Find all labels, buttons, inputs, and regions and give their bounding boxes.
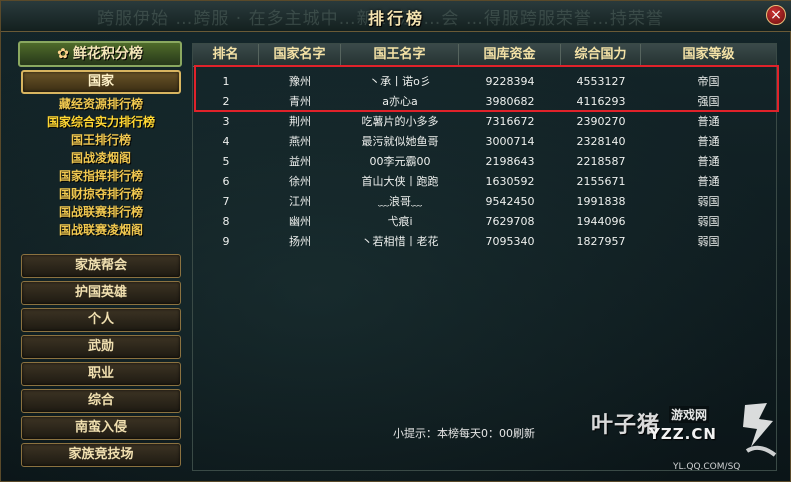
table-row[interactable]: 7 江州 ﹏浪哥﹏ 9542450 1991838 弱国 [193,192,776,212]
column-header-2[interactable]: 国王名字 [341,44,459,66]
table-row[interactable]: 2 青州 a亦心a 3980682 4116293 强国 [193,92,776,112]
sub-item-2[interactable]: 国王排行榜 [21,131,181,149]
table-cell: 益州 [289,155,311,168]
column-header-1[interactable]: 国家名字 [259,44,341,66]
table-cell: 3000714 [485,135,535,148]
category-button-0[interactable]: 家族帮会 [21,254,181,278]
table-cell: 强国 [697,95,720,108]
table-cell: 2198643 [485,155,535,168]
title-bar: 跨服伊始 …跨服 · 在多主城中…新 …江 …会 …得服跨服荣誉…持荣誉 排行榜… [1,1,791,32]
table-cell: 1 [222,75,230,88]
table-cell: 3 [222,115,230,128]
flower-icon: ✿ [57,46,69,62]
table-cell: 4116293 [576,95,626,108]
watermark-brush-logo [743,403,777,457]
table-cell: 豫州 [289,75,311,88]
table-cell: ﹏浪哥﹏ [378,195,422,208]
table-row[interactable]: 6 徐州 首山大侠丨跑跑 1630592 2155671 普通 [193,172,776,192]
table-cell: 荆州 [289,115,311,128]
table-cell: a亦心a [382,95,418,108]
table-cell: 8 [222,215,230,228]
table-cell: 5 [222,155,230,168]
table-cell: 幽州 [289,215,311,228]
sub-item-5[interactable]: 国财掠夺排行榜 [21,185,181,203]
table-cell: 普通 [697,175,720,188]
table-cell: 1630592 [485,175,535,188]
sub-item-0[interactable]: 藏经资源排行榜 [21,95,181,113]
table-cell: 7629708 [485,215,535,228]
table-cell: 徐州 [289,175,311,188]
table-cell: 燕州 [289,135,311,148]
table-cell: 7316672 [485,115,535,128]
table-cell: 丶若相惜丨老花 [361,235,439,248]
category-button-5[interactable]: 综合 [21,389,181,413]
table-cell: 3980682 [485,95,535,108]
table-cell: 丶承丨诺o彡 [369,75,431,88]
category-button-1[interactable]: 护国英雄 [21,281,181,305]
table-cell: 普通 [697,135,720,148]
table-cell: 扬州 [289,235,311,248]
watermark-sub: YL.QQ.COM/SQ [673,462,741,472]
table-cell: 弱国 [697,215,720,228]
table-row[interactable]: 1 豫州 丶承丨诺o彡 9228394 4553127 帝国 [193,72,776,92]
table-row[interactable]: 4 燕州 最污就似她鱼哥 3000714 2328140 普通 [193,132,776,152]
table-cell: 2 [222,95,230,108]
table-cell: 普通 [697,115,720,128]
refresh-tip: 小提示：本榜每天0：00刷新 [393,427,535,440]
table-row[interactable]: 5 益州 00李元霸00 2198643 2218587 普通 [193,152,776,172]
category-country-button[interactable]: 国家 [21,70,181,94]
table-cell: 7095340 [485,235,535,248]
flower-ranking-tab[interactable]: ✿ 鲜花积分榜 [18,41,182,67]
table-cell: 00李元霸00 [369,155,431,168]
window-title: 排行榜 [367,9,425,28]
table-cell: 最污就似她鱼哥 [361,135,439,148]
table-cell: 吃薯片的小多多 [361,115,439,128]
category-button-6[interactable]: 南蛮入侵 [21,416,181,440]
table-cell: 普通 [697,155,720,168]
table-cell: 青州 [289,95,311,108]
table-cell: 2328140 [576,135,626,148]
table-row[interactable]: 9 扬州 丶若相惜丨老花 7095340 1827957 弱国 [193,232,776,252]
table-row[interactable]: 8 幽州 弋痕i 7629708 1944096 弱国 [193,212,776,232]
table-cell: 江州 [289,195,311,208]
category-button-3[interactable]: 武勋 [21,335,181,359]
table-cell: 1827957 [576,235,626,248]
close-button[interactable]: × [766,5,786,25]
column-header-0[interactable]: 排名 [193,44,259,66]
category-button-4[interactable]: 职业 [21,362,181,386]
ranking-window: 跨服伊始 …跨服 · 在多主城中…新 …江 …会 …得服跨服荣誉…持荣誉 排行榜… [0,0,791,482]
table-row[interactable]: 3 荆州 吃薯片的小多多 7316672 2390270 普通 [193,112,776,132]
watermark-url: YZZ.CN [649,425,717,443]
table-cell: 4553127 [576,75,626,88]
column-header-5[interactable]: 国家等级 [641,44,776,66]
table-cell: 9 [222,235,230,248]
table-cell: 2390270 [576,115,626,128]
sub-item-3[interactable]: 国战凌烟阁 [21,149,181,167]
flower-ranking-label: 鲜花积分榜 [72,46,143,62]
table-cell: 1991838 [576,195,626,208]
table-cell: 9542450 [485,195,535,208]
category-button-7[interactable]: 家族竞技场 [21,443,181,467]
sub-item-4[interactable]: 国家指挥排行榜 [21,167,181,185]
table-cell: 弱国 [697,195,720,208]
table-cell: 首山大侠丨跑跑 [361,175,439,188]
table-cell: 2155671 [576,175,626,188]
sub-item-7[interactable]: 国战联赛凌烟阁 [21,221,181,239]
watermark-tag: 游戏网 [669,406,710,423]
column-header-4[interactable]: 综合国力 [561,44,641,66]
table-cell: 6 [222,175,230,188]
table-cell: 弱国 [697,235,720,248]
sub-item-1[interactable]: 国家综合实力排行榜 [21,113,181,131]
category-button-2[interactable]: 个人 [21,308,181,332]
table-cell: 4 [222,135,230,148]
table-cell: 2218587 [576,155,626,168]
table-cell: 9228394 [485,75,535,88]
table-cell: 帝国 [697,75,720,88]
table-cell: 7 [222,195,230,208]
sub-item-6[interactable]: 国战联赛排行榜 [21,203,181,221]
table-cell: 1944096 [576,215,626,228]
table-cell: 弋痕i [387,215,413,228]
ranking-table-header: 排名 国家名字 国王名字 国库资金 综合国力 国家等级 [193,44,776,67]
column-header-3[interactable]: 国库资金 [459,44,561,66]
